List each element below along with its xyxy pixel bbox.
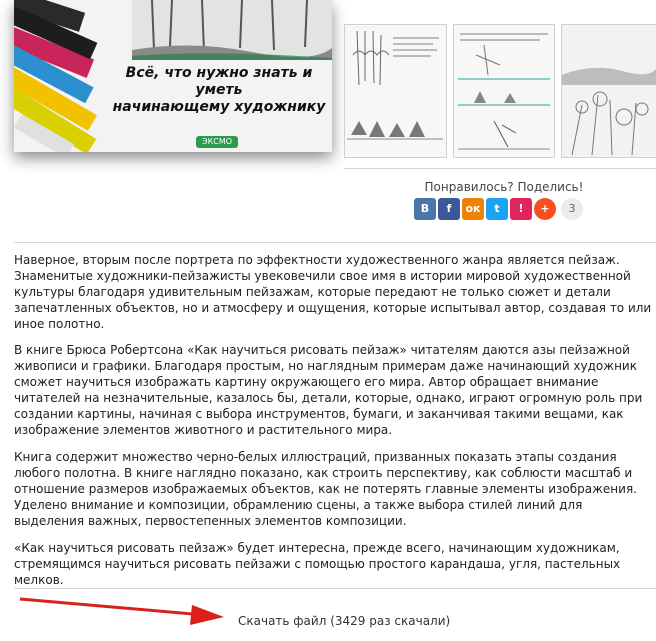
cover-title: Всё, что нужно знать и уметь начинающему… <box>106 65 332 116</box>
cover-title-line2: начинающему художнику <box>112 99 326 115</box>
share-count: 3 <box>561 198 583 220</box>
description-paragraph-1: Наверное, вторым после портрета по эффек… <box>14 253 652 331</box>
description-divider <box>14 242 656 243</box>
description-paragraph-2: В книге Брюса Робертсона «Как научиться … <box>14 343 643 437</box>
download-divider <box>14 588 656 589</box>
share-prompt: Понравилось? Поделись! <box>424 180 584 194</box>
description-paragraph-4: «Как научиться рисовать пейзаж» будет ин… <box>14 541 621 587</box>
preview-thumbnail-1[interactable] <box>344 24 447 158</box>
book-cover[interactable]: Всё, что нужно знать и уметь начинающему… <box>14 0 332 152</box>
cover-title-line1: Всё, что нужно знать и уметь <box>125 65 313 98</box>
facebook-share-button[interactable]: f <box>438 198 460 220</box>
pinterest-share-button[interactable]: ! <box>510 198 532 220</box>
publisher-logo: ЭКСМО <box>196 136 239 148</box>
share-buttons: В f ок t ! + 3 <box>414 198 583 220</box>
red-arrow-icon <box>19 597 224 625</box>
odnoklassniki-share-button[interactable]: ок <box>462 198 484 220</box>
download-link[interactable]: Скачать файл (3429 раз скачали) <box>238 614 450 628</box>
twitter-share-button[interactable]: t <box>486 198 508 220</box>
description-paragraph-3: Книга содержит множество черно-белых илл… <box>14 450 637 528</box>
more-share-button[interactable]: + <box>534 198 556 220</box>
preview-thumbnail-3[interactable] <box>561 24 656 158</box>
forest-sketch-image <box>132 0 332 60</box>
thumbnail-divider <box>344 168 656 169</box>
vk-share-button[interactable]: В <box>414 198 436 220</box>
preview-thumbnail-2[interactable] <box>453 24 555 158</box>
